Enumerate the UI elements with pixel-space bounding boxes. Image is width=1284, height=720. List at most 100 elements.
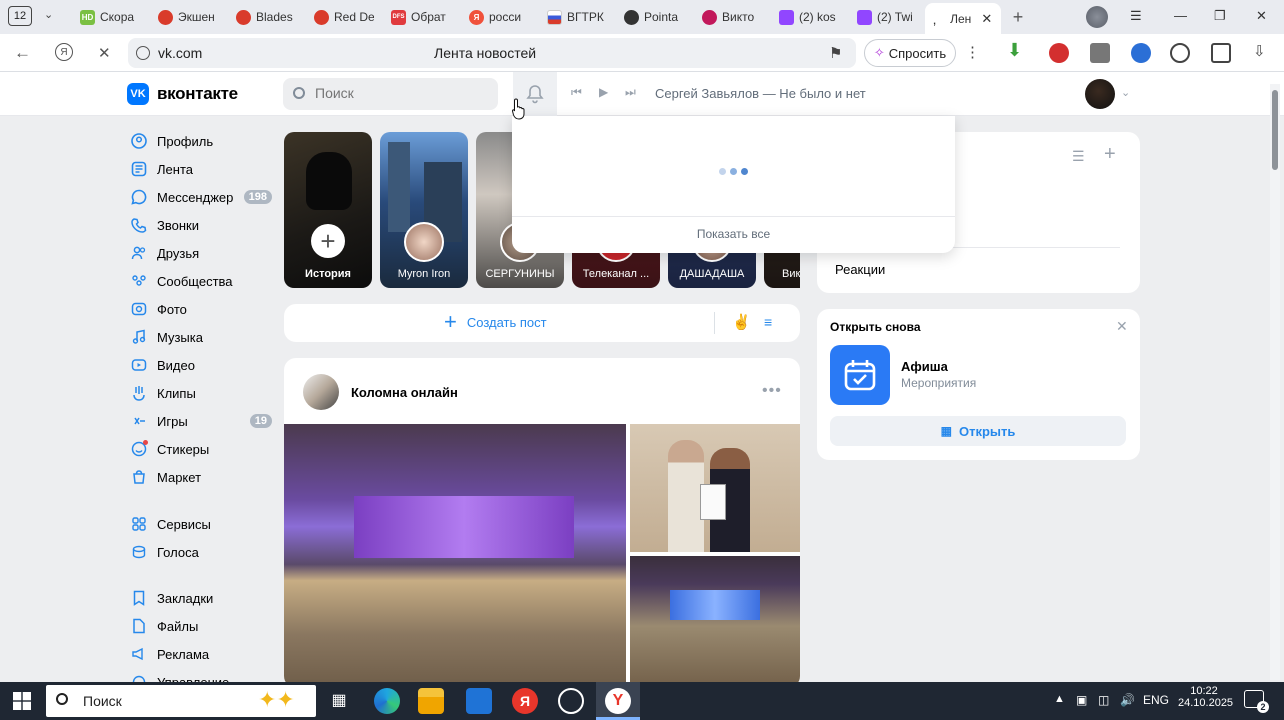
adblock-extension-icon[interactable] xyxy=(1049,43,1069,63)
now-playing-track[interactable]: Сергей Завьялов — Не было и нет xyxy=(655,86,866,101)
previous-track-icon[interactable]: ⏮ xyxy=(571,85,582,100)
close-tab-icon[interactable]: ✕ xyxy=(981,11,992,27)
menu-item-files[interactable]: Файлы xyxy=(130,614,272,638)
hand-wave-icon[interactable]: ✌ xyxy=(732,313,751,331)
taskbar-search-box[interactable]: Поиск ✦✦ xyxy=(46,685,316,717)
menu-item-market[interactable]: Маркет xyxy=(130,465,272,489)
menu-item-ads[interactable]: Реклама xyxy=(130,642,272,666)
show-all-notifications-link[interactable]: Показать все xyxy=(512,227,955,241)
notification-center-icon[interactable]: 2 xyxy=(1244,690,1269,713)
vpn-extension-icon[interactable] xyxy=(1131,43,1151,63)
menu-item-games[interactable]: Игры 19 xyxy=(130,409,272,433)
post-author[interactable]: Коломна онлайн xyxy=(351,385,458,400)
tray-display-icon[interactable]: ◫ xyxy=(1098,693,1109,707)
open-app-button[interactable]: ▦ Открыть xyxy=(830,416,1126,446)
obs-icon[interactable] xyxy=(558,688,584,714)
menu-item-votes[interactable]: Голоса xyxy=(130,540,272,564)
reactions-filter[interactable]: Реакции xyxy=(835,262,885,277)
task-view-icon[interactable]: ▦ xyxy=(326,688,352,714)
file-explorer-icon[interactable] xyxy=(418,688,444,714)
tab-list-chevron-icon[interactable]: ⌄ xyxy=(44,8,53,21)
menu-item-communities[interactable]: Сообщества xyxy=(130,269,272,293)
menu-item-bookmarks[interactable]: Закладки xyxy=(130,586,272,610)
post-photo-conference-hall[interactable] xyxy=(284,424,626,688)
browser-tab[interactable]: HD Скора xyxy=(80,6,140,28)
browser-tab[interactable]: (2) kos xyxy=(779,6,839,28)
new-tab-button[interactable]: + xyxy=(1008,7,1028,27)
afisha-app-icon[interactable] xyxy=(830,345,890,405)
scrollbar-thumb[interactable] xyxy=(1272,90,1278,170)
feed-settings-icon[interactable]: ≡ xyxy=(764,314,772,330)
tab-count-button[interactable]: 12 xyxy=(8,6,32,26)
play-icon[interactable]: ▶ xyxy=(599,85,608,99)
back-arrow-icon[interactable]: ← xyxy=(14,43,31,63)
clock[interactable]: 10:22 24.10.2025 xyxy=(1178,685,1233,709)
close-window-icon[interactable]: ✕ xyxy=(1256,8,1267,24)
ask-alice-button[interactable]: ✧ Спросить xyxy=(864,39,956,67)
user-avatar[interactable] xyxy=(1085,79,1115,109)
browser-tab[interactable]: Pointa xyxy=(624,6,686,28)
vk-logo-icon[interactable]: VK xyxy=(127,83,149,105)
tray-network-icon[interactable]: ▣ xyxy=(1076,693,1087,707)
taskbar-active-app[interactable]: Y xyxy=(596,682,640,720)
menu-item-profile[interactable]: Профиль xyxy=(130,129,272,153)
post-more-icon[interactable]: ••• xyxy=(762,382,782,400)
more-options-icon[interactable]: ⋮ xyxy=(965,43,980,61)
stop-loading-icon[interactable]: ✕ xyxy=(98,44,111,62)
menu-item-video[interactable]: Видео xyxy=(130,353,272,377)
download-extension-icon[interactable]: ⬇ xyxy=(1007,40,1027,60)
vk-search-input[interactable] xyxy=(315,85,485,101)
browser-tab[interactable]: Викто xyxy=(702,6,762,28)
microsoft-store-icon[interactable] xyxy=(466,688,492,714)
language-indicator[interactable]: ENG xyxy=(1143,693,1169,707)
profile-avatar[interactable] xyxy=(1086,6,1108,28)
edge-browser-icon[interactable] xyxy=(374,688,400,714)
community-avatar[interactable] xyxy=(303,374,339,410)
site-info-icon[interactable] xyxy=(136,46,150,60)
menu-item-friends[interactable]: Друзья xyxy=(130,241,272,265)
close-icon[interactable]: ✕ xyxy=(1116,318,1128,335)
bookmark-icon[interactable]: ⚑ xyxy=(829,44,842,62)
media-player-icon[interactable] xyxy=(1170,43,1190,63)
menu-item-services[interactable]: Сервисы xyxy=(130,512,272,536)
menu-item-news[interactable]: Лента xyxy=(130,157,272,181)
tray-expand-icon[interactable]: ▲ xyxy=(1054,693,1065,705)
vk-search-box[interactable] xyxy=(283,78,498,110)
yandex-home-icon[interactable]: Я xyxy=(55,43,73,61)
post-photo-audience[interactable] xyxy=(630,556,800,688)
browser-tab[interactable]: ВГТРК xyxy=(547,6,609,28)
vk-brand-name[interactable]: вконтакте xyxy=(157,84,238,104)
filter-settings-icon[interactable]: ☰ xyxy=(1072,148,1085,165)
browser-tab[interactable]: Я росси xyxy=(469,6,529,28)
browser-tab[interactable]: Red De xyxy=(314,6,374,28)
create-post-button[interactable]: + Создать пост xyxy=(444,311,547,333)
restore-icon[interactable]: ❐ xyxy=(1214,8,1226,24)
app-name[interactable]: Афиша xyxy=(901,359,948,374)
windows-start-icon[interactable] xyxy=(13,692,31,710)
menu-icon[interactable]: ☰ xyxy=(1130,8,1142,24)
browser-tab[interactable]: (2) Twi xyxy=(857,6,917,28)
url-box[interactable]: vk.com Лента новостей ⚑ xyxy=(128,38,856,68)
browser-tab-active[interactable]: ‚ Лен ✕ xyxy=(925,3,1001,34)
next-track-icon[interactable]: ⏭ xyxy=(625,85,636,100)
minimize-icon[interactable]: — xyxy=(1174,8,1187,23)
post-photo-award[interactable] xyxy=(630,424,800,552)
tray-volume-icon[interactable]: 🔊 xyxy=(1120,693,1135,707)
browser-tab[interactable]: Blades xyxy=(236,6,296,28)
browser-tab[interactable]: DFS Обрат xyxy=(391,6,451,28)
collections-icon[interactable] xyxy=(1211,43,1231,63)
menu-item-calls[interactable]: Звонки xyxy=(130,213,272,237)
menu-item-messenger[interactable]: Мессенджер 198 xyxy=(130,185,272,209)
add-filter-icon[interactable]: + xyxy=(1104,143,1116,166)
downloads-icon[interactable]: ⇩ xyxy=(1253,42,1266,60)
menu-item-stickers[interactable]: Стикеры xyxy=(130,437,272,461)
story-card[interactable]: Myron Iron xyxy=(380,132,468,288)
story-card-add[interactable]: + История xyxy=(284,132,372,288)
browser-tab[interactable]: Экшен xyxy=(158,6,218,28)
menu-item-clips[interactable]: Клипы xyxy=(130,381,272,405)
yandex-icon[interactable]: Я xyxy=(512,688,538,714)
menu-item-music[interactable]: Музыка xyxy=(130,325,272,349)
menu-item-photo[interactable]: Фото xyxy=(130,297,272,321)
chevron-down-icon[interactable]: ⌄ xyxy=(1121,86,1130,99)
page-scrollbar[interactable] xyxy=(1270,84,1280,680)
